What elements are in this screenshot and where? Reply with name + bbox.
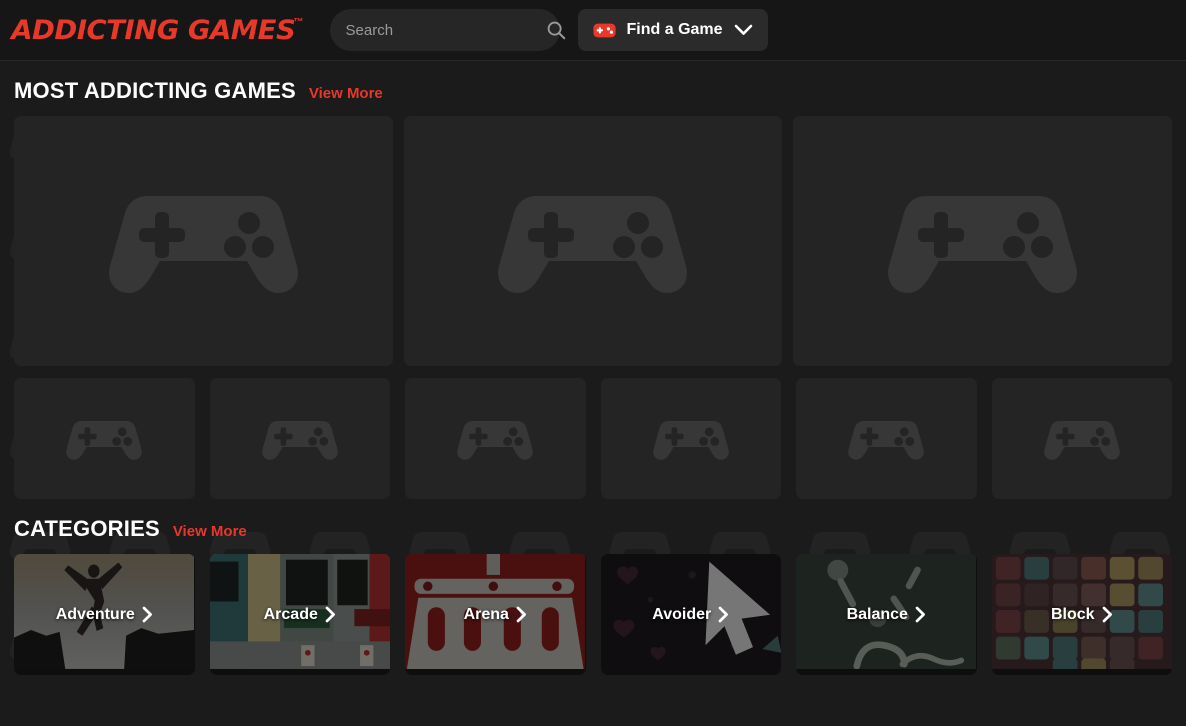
category-card-avoider[interactable]: Avoider [600, 554, 782, 675]
game-card-small[interactable] [209, 378, 390, 499]
category-card-arcade[interactable]: Arcade [209, 554, 391, 675]
gamepad-placeholder-icon [108, 196, 298, 293]
logo-text: ADDICTING GAMES [11, 14, 296, 46]
search-box[interactable] [329, 9, 565, 51]
game-card-small[interactable] [600, 378, 781, 499]
chevron-right-icon [325, 606, 335, 623]
chevron-right-icon [915, 606, 925, 623]
featured-small-row [14, 378, 1172, 499]
site-logo[interactable]: ADDICTING GAMES ™ [11, 14, 303, 46]
gamepad-placeholder-icon [498, 196, 688, 293]
section-title-most-addicting: MOST ADDICTING GAMES [14, 78, 296, 103]
categories-row: Adventure Arcade Arena Avoider Balance B… [14, 554, 1172, 675]
section-header-most-addicting: MOST ADDICTING GAMES View More [14, 61, 1172, 116]
category-label-wrap: Balance [796, 554, 977, 675]
game-card-small[interactable] [991, 378, 1172, 499]
game-card-small[interactable] [14, 378, 195, 499]
search-input[interactable] [345, 21, 545, 39]
view-more-categories[interactable]: View More [173, 523, 247, 540]
section-header-categories: CATEGORIES View More [14, 499, 1172, 554]
section-title-categories: CATEGORIES [14, 516, 160, 541]
category-label-wrap: Adventure [14, 554, 195, 675]
chevron-right-icon [516, 606, 526, 623]
category-label-wrap: Arcade [210, 554, 391, 675]
category-label: Block [1050, 605, 1095, 623]
gamepad-placeholder-icon [457, 420, 534, 460]
gamepad-placeholder-icon [888, 196, 1078, 293]
game-card-big[interactable] [793, 116, 1172, 366]
chevron-down-icon [734, 24, 752, 35]
category-label: Avoider [652, 605, 712, 623]
category-card-arena[interactable]: Arena [405, 554, 586, 675]
game-card-small[interactable] [796, 378, 977, 499]
main-content: MOST ADDICTING GAMES View More CATEGORIE… [0, 61, 1186, 675]
category-label-wrap: Avoider [601, 554, 782, 675]
chevron-right-icon [142, 606, 152, 623]
gamepad-placeholder-icon [1043, 420, 1120, 460]
category-label: Balance [846, 605, 908, 623]
game-card-small[interactable] [405, 378, 586, 499]
category-label: Adventure [55, 605, 135, 623]
view-more-most-addicting[interactable]: View More [309, 85, 383, 102]
gamepad-placeholder-icon [261, 420, 338, 460]
category-label: Arcade [263, 605, 318, 623]
category-card-adventure[interactable]: Adventure [14, 554, 195, 675]
category-label-wrap: Block [992, 554, 1173, 675]
site-header: ADDICTING GAMES ™ Find [0, 0, 1186, 61]
gamepad-placeholder-icon [652, 420, 729, 460]
chevron-right-icon [718, 606, 729, 623]
category-label-wrap: Arena [405, 554, 586, 675]
category-card-balance[interactable]: Balance [796, 554, 977, 675]
find-a-game-label: Find a Game [626, 21, 723, 38]
chevron-right-icon [1102, 606, 1112, 623]
page-root: ADDICTING GAMES ™ Find [0, 0, 1186, 726]
gamepad-placeholder-icon [848, 420, 925, 460]
search-icon[interactable] [545, 19, 567, 41]
find-a-game-button[interactable]: Find a Game [577, 9, 768, 51]
category-card-block[interactable]: Block [991, 554, 1173, 675]
game-card-big[interactable] [403, 116, 783, 366]
gamepad-icon [592, 23, 616, 37]
featured-big-row [14, 116, 1172, 366]
category-label: Arena [463, 605, 509, 623]
gamepad-placeholder-icon [66, 420, 143, 460]
game-card-big[interactable] [14, 116, 393, 366]
